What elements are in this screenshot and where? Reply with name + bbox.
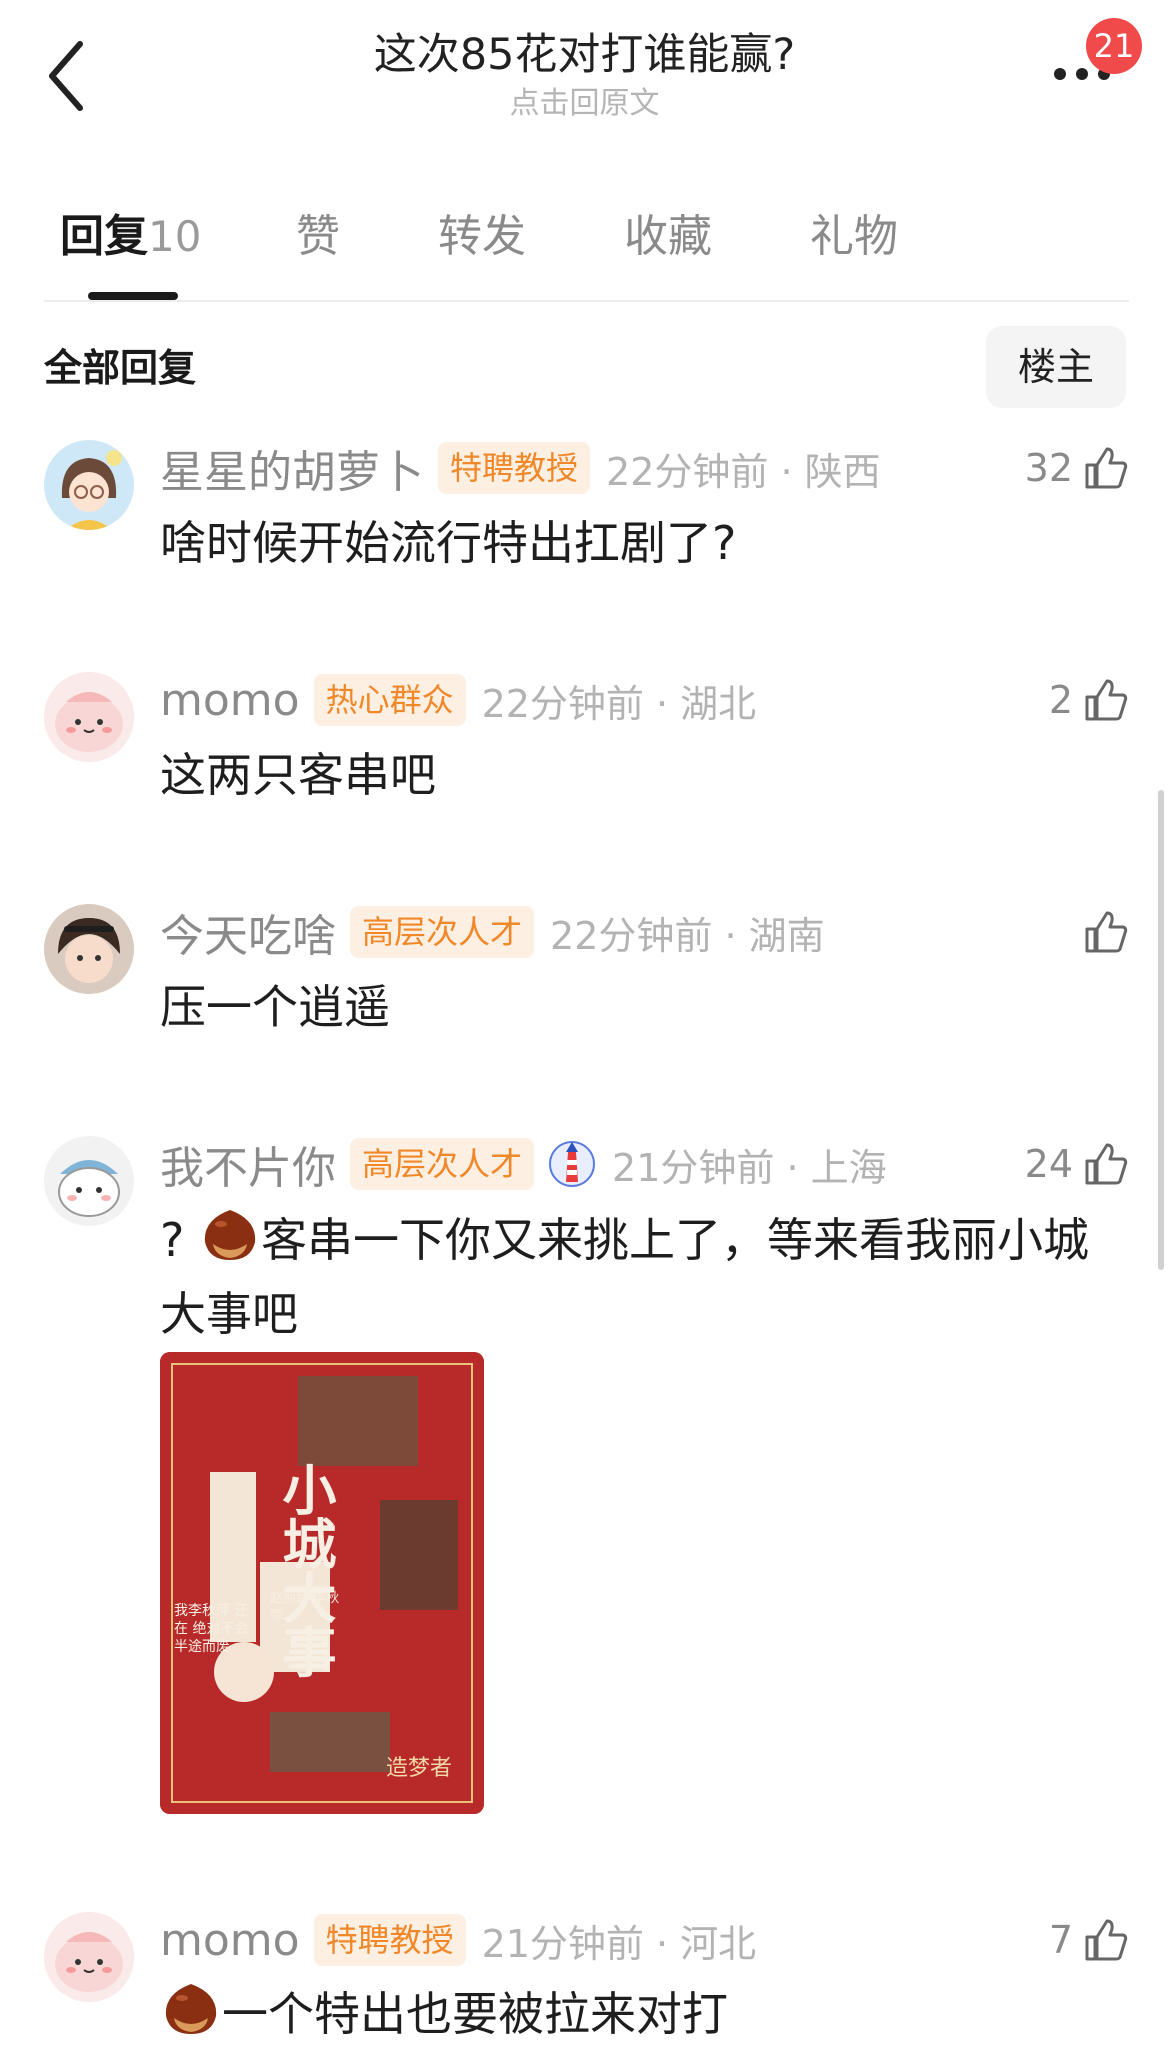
tab-reposts[interactable]: 转发	[438, 206, 526, 268]
owner-filter-button[interactable]: 楼主	[986, 326, 1126, 408]
tab-active-indicator	[88, 292, 178, 300]
like-button[interactable]	[1073, 902, 1129, 962]
avatar-pink-blob-icon	[44, 672, 134, 762]
comment-text: 啥时候开始流行特出扛剧了?	[160, 516, 737, 570]
username[interactable]: momo	[160, 675, 300, 726]
avatar[interactable]	[44, 1136, 134, 1226]
like-count: 24	[1024, 1142, 1073, 1186]
comment-meta: 星星的胡萝卜 特聘教授 22分钟前 · 陕西	[160, 438, 881, 498]
avatar-baby-photo-icon	[44, 904, 134, 994]
like-button[interactable]: 32	[1025, 438, 1129, 498]
comment-text-main: 一个特出也要被拉来对打	[222, 1987, 728, 2041]
username[interactable]: 星星的胡萝卜	[160, 436, 424, 500]
poster-cast: 赵丽颖 李秋萍	[270, 1591, 340, 1624]
poster-slogan: 造梦者	[386, 1756, 453, 1781]
timestamp-location: 22分钟前 · 湖南	[550, 913, 825, 958]
timestamp-location: 21分钟前 · 河北	[481, 1921, 757, 1966]
like-count: 32	[1024, 446, 1073, 490]
tab-replies[interactable]: 回复10	[60, 206, 201, 268]
user-title-badge: 特聘教授	[313, 1914, 466, 1966]
username[interactable]: momo	[160, 1915, 300, 1966]
comment-meta: momo 特聘教授 21分钟前 · 河北	[160, 1910, 756, 1970]
thumbs-up-icon	[1085, 911, 1128, 953]
divider	[44, 300, 1129, 302]
avatar[interactable]	[44, 904, 134, 994]
comment-text: 一个特出也要被拉来对打	[160, 1980, 1120, 2055]
timestamp-location: 21分钟前 · 上海	[612, 1145, 887, 1190]
avatar[interactable]	[44, 1912, 134, 2002]
avatar-white-cartoon-icon	[44, 1136, 134, 1226]
page-title: 这次85花对打谁能赢?	[373, 30, 796, 80]
back-to-post-link[interactable]: 点击回原文	[0, 84, 1169, 124]
like-button[interactable]: 24	[1025, 1134, 1129, 1194]
tab-replies-count: 10	[148, 212, 202, 261]
tab-gifts[interactable]: 礼物	[810, 206, 898, 268]
comment-text: ? 客串一下你又来挑上了，等来看我丽小城大事吧	[160, 1206, 1120, 1347]
like-count: 2	[1048, 678, 1073, 722]
comment-meta: 我不片你 高层次人才 21分钟前 · 上海	[160, 1134, 887, 1194]
timestamp-location: 22分钟前 · 湖北	[481, 681, 757, 726]
user-title-badge: 高层次人才	[350, 1138, 535, 1190]
user-title-badge: 特聘教授	[438, 442, 591, 494]
like-button[interactable]: 2	[1049, 670, 1129, 730]
avatar[interactable]	[44, 672, 134, 762]
user-title-badge: 高层次人才	[350, 906, 535, 958]
section-title: 全部回复	[44, 346, 197, 390]
scrollbar[interactable]	[1158, 790, 1164, 1270]
comment-text-prefix: ?	[160, 1213, 185, 1267]
timestamp-location: 22分钟前 · 陕西	[606, 449, 881, 494]
chestnut-emoji-icon	[160, 1980, 222, 2055]
avatar-pink-blob-icon	[44, 1912, 134, 2002]
poster-tagline: 我李秋萍 还在 绝对不会 半途而废	[174, 1603, 249, 1655]
thumbs-up-icon	[1085, 679, 1128, 721]
user-title-badge: 热心群众	[313, 674, 466, 726]
username[interactable]: 今天吃啥	[160, 900, 336, 964]
chestnut-emoji-icon	[199, 1206, 261, 1281]
comment-text: 压一个逍遥	[160, 980, 390, 1034]
comment-meta: 今天吃啥 高层次人才 22分钟前 · 湖南	[160, 902, 825, 962]
like-count: 7	[1048, 1918, 1073, 1962]
lighthouse-badge-icon	[548, 1134, 596, 1194]
tab-favorites[interactable]: 收藏	[624, 206, 712, 268]
like-button[interactable]: 7	[1049, 1910, 1129, 1970]
avatar-girl-glasses-icon	[44, 440, 134, 530]
tab-likes[interactable]: 赞	[296, 206, 340, 268]
comment-text: 这两只客串吧	[160, 748, 436, 802]
thumbs-up-icon	[1085, 1919, 1128, 1961]
tab-replies-label: 回复	[60, 211, 148, 262]
thumbs-up-icon	[1085, 447, 1128, 489]
thumbs-up-icon	[1085, 1143, 1128, 1185]
avatar[interactable]	[44, 440, 134, 530]
username[interactable]: 我不片你	[160, 1132, 336, 1196]
comment-text-main: 客串一下你又来挑上了，等来看我丽小城大事吧	[160, 1213, 1090, 1341]
comment-meta: momo 热心群众 22分钟前 · 湖北	[160, 670, 756, 730]
notification-badge: 21	[1086, 18, 1142, 74]
comment-image-poster[interactable]: 小城大事 我李秋萍 还在 绝对不会 半途而废 赵丽颖 李秋萍 造梦者	[160, 1352, 484, 1814]
more-icon	[1054, 68, 1066, 80]
